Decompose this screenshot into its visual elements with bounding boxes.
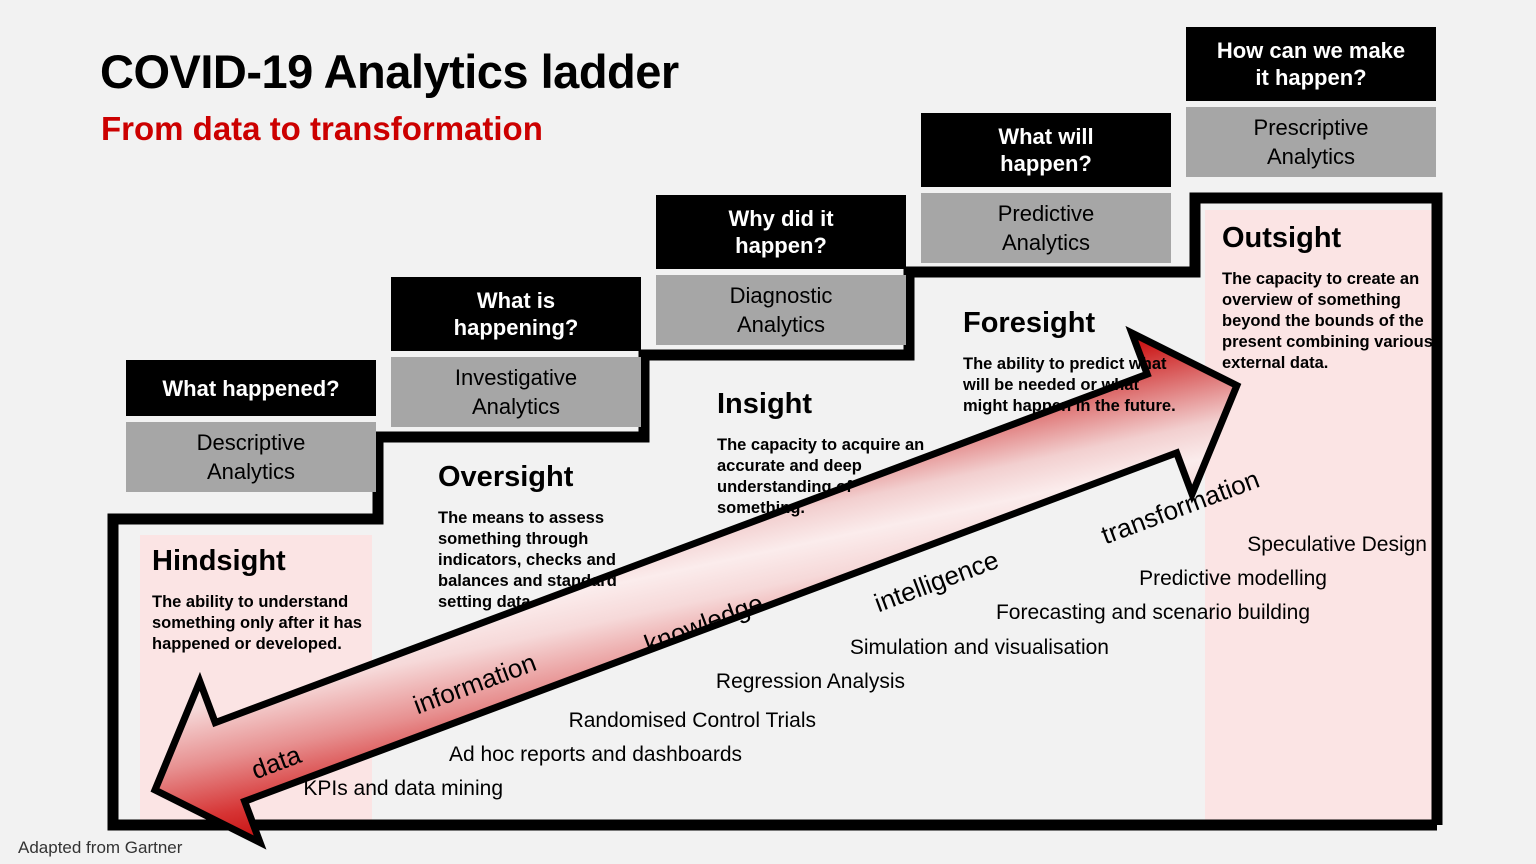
slide-canvas: COVID-19 Analytics ladder From data to t… [0, 0, 1536, 864]
step-question-box: How can we make it happen? [1186, 27, 1436, 101]
ladder-step-investigative[interactable]: What is happening? Investigative Analyti… [391, 277, 641, 427]
technique-label: Ad hoc reports and dashboards [448, 743, 742, 766]
step-answer-line1: Predictive [997, 201, 1095, 226]
technique-label: KPIs and data mining [303, 777, 503, 800]
sight-block-insight: Insight The capacity to acquire an accur… [717, 388, 929, 519]
page-title: COVID-19 Analytics ladder [100, 45, 679, 98]
ladder-step-descriptive[interactable]: What happened? Descriptive Analytics [126, 360, 376, 492]
ladder-step-diagnostic[interactable]: Why did it happen? Diagnostic Analytics [656, 195, 906, 345]
ladder-step-predictive[interactable]: What will happen? Predictive Analytics [921, 113, 1171, 263]
step-question-box: What happened? [126, 360, 376, 416]
step-answer-line2: Analytics [1001, 230, 1091, 255]
source-attribution: Adapted from Gartner [18, 838, 183, 857]
sight-description: The ability to predict what will be need… [963, 355, 1176, 415]
page-subtitle: From data to transformation [101, 110, 543, 147]
step-answer-box: Investigative Analytics [391, 357, 641, 427]
step-question-line2: happening? [453, 315, 579, 340]
sight-title: Oversight [438, 461, 574, 493]
step-answer-line1: Prescriptive [1253, 115, 1369, 140]
step-answer-box: Predictive Analytics [921, 193, 1171, 263]
sight-description: The capacity to acquire an accurate and … [717, 436, 925, 517]
technique-label: Predictive modelling [1139, 567, 1327, 590]
step-question-line1: Why did it [728, 206, 834, 231]
step-answer-box: Diagnostic Analytics [656, 275, 906, 345]
step-question-line1: What is [476, 288, 556, 313]
technique-label: Forecasting and scenario building [995, 601, 1310, 624]
technique-label: Speculative Design [1247, 533, 1427, 556]
sight-description: The means to assess something through in… [438, 509, 617, 611]
step-answer-line2: Analytics [1266, 144, 1356, 169]
step-answer-box: Descriptive Analytics [126, 422, 376, 492]
step-answer-line1: Descriptive [196, 430, 306, 455]
sight-description: The capacity to create an overview of so… [1222, 270, 1433, 372]
step-answer-line1: Diagnostic [729, 283, 833, 308]
step-question-box: What will happen? [921, 113, 1171, 187]
step-answer-line1: Investigative [454, 365, 578, 390]
step-question-line2: happen? [735, 233, 827, 258]
ladder-step-prescriptive[interactable]: How can we make it happen? Prescriptive … [1186, 27, 1436, 177]
step-answer-line2: Analytics [206, 459, 296, 484]
technique-label: Regression Analysis [715, 670, 905, 693]
step-question-line1: What will [998, 124, 1094, 149]
step-question-line2: happen? [1000, 151, 1092, 176]
sight-title: Foresight [963, 307, 1096, 339]
sight-title: Insight [717, 388, 813, 420]
technique-label: Simulation and visualisation [849, 636, 1109, 659]
step-question-line1: How can we make [1216, 38, 1406, 63]
sight-block-foresight: Foresight The ability to predict what wi… [963, 307, 1185, 417]
sight-title: Outsight [1222, 222, 1342, 254]
step-question-box: What is happening? [391, 277, 641, 351]
step-question-box: Why did it happen? [656, 195, 906, 269]
step-question-text: What happened? [162, 375, 340, 401]
step-answer-box: Prescriptive Analytics [1186, 107, 1436, 177]
technique-label: Randomised Control Trials [568, 709, 816, 732]
sight-block-outsight: Outsight The capacity to create an overv… [1222, 222, 1437, 374]
step-answer-line2: Analytics [736, 312, 826, 337]
step-question-line2: it happen? [1255, 65, 1367, 90]
step-answer-line2: Analytics [471, 394, 561, 419]
